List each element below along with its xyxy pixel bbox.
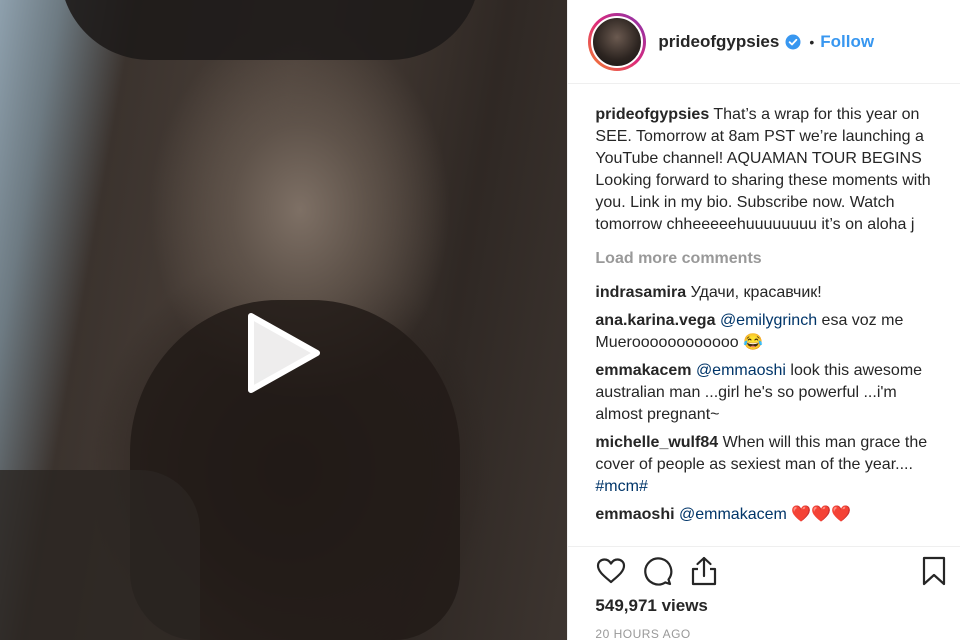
follow-button[interactable]: Follow xyxy=(820,32,874,52)
instagram-post: prideofgypsies • Follow prideofgypsies T… xyxy=(0,0,960,641)
share-icon[interactable] xyxy=(688,555,720,587)
comment-username[interactable]: emmakacem xyxy=(595,362,691,379)
caption-text: That’s a wrap for this year on SEE. Tomo… xyxy=(595,106,931,233)
action-bar: 549,971 views 20 HOURS AGO xyxy=(568,546,960,641)
header-username[interactable]: prideofgypsies xyxy=(658,32,779,52)
comment-item: ana.karina.vega @emilygrinch esa voz me … xyxy=(595,310,946,354)
comment-username[interactable]: ana.karina.vega xyxy=(595,312,715,329)
comment-username[interactable]: emmaoshi xyxy=(595,506,674,523)
video-jacket-shape xyxy=(0,470,200,640)
caption-username[interactable]: prideofgypsies xyxy=(595,106,709,123)
comment-item: indrasamira Удачи, красавчик! xyxy=(595,282,946,304)
comment-text: Удачи, красавчик! xyxy=(690,284,822,301)
comment-icon[interactable] xyxy=(641,555,673,587)
post-timestamp[interactable]: 20 HOURS AGO xyxy=(595,627,690,641)
comments-section: prideofgypsies That’s a wrap for this ye… xyxy=(595,104,946,532)
comment-mention[interactable]: @emmakacem xyxy=(679,506,787,523)
load-more-comments-button[interactable]: Load more comments xyxy=(595,248,946,270)
comment-item: emmaoshi @emmakacem ❤️❤️❤️ xyxy=(595,504,946,526)
heart-icon[interactable] xyxy=(595,555,627,587)
verified-badge-icon xyxy=(785,34,801,49)
avatar-image xyxy=(591,15,644,68)
comment-item: michelle_wulf84 When will this man grace… xyxy=(595,432,946,498)
view-count[interactable]: 549,971 views xyxy=(595,596,707,616)
comment-item: emmakacem @emmaoshi look this awesome au… xyxy=(595,360,946,426)
caption: prideofgypsies That’s a wrap for this ye… xyxy=(595,104,946,236)
post-sidebar: prideofgypsies • Follow prideofgypsies T… xyxy=(567,0,960,641)
bookmark-icon[interactable] xyxy=(918,555,950,587)
comment-mention[interactable]: @emilygrinch xyxy=(720,312,817,329)
video-frame[interactable] xyxy=(0,0,568,640)
comment-text: ❤️❤️❤️ xyxy=(786,506,852,523)
play-icon[interactable] xyxy=(237,308,327,398)
comment-username[interactable]: indrasamira xyxy=(595,284,686,301)
comment-hashtag[interactable]: #mcm# xyxy=(595,478,647,495)
comment-username[interactable]: michelle_wulf84 xyxy=(595,434,718,451)
separator-dot: • xyxy=(809,33,815,50)
avatar[interactable] xyxy=(588,12,647,71)
video-hat-shape xyxy=(60,0,480,60)
post-header: prideofgypsies • Follow xyxy=(568,0,960,84)
comment-mention[interactable]: @emmaoshi xyxy=(696,362,786,379)
